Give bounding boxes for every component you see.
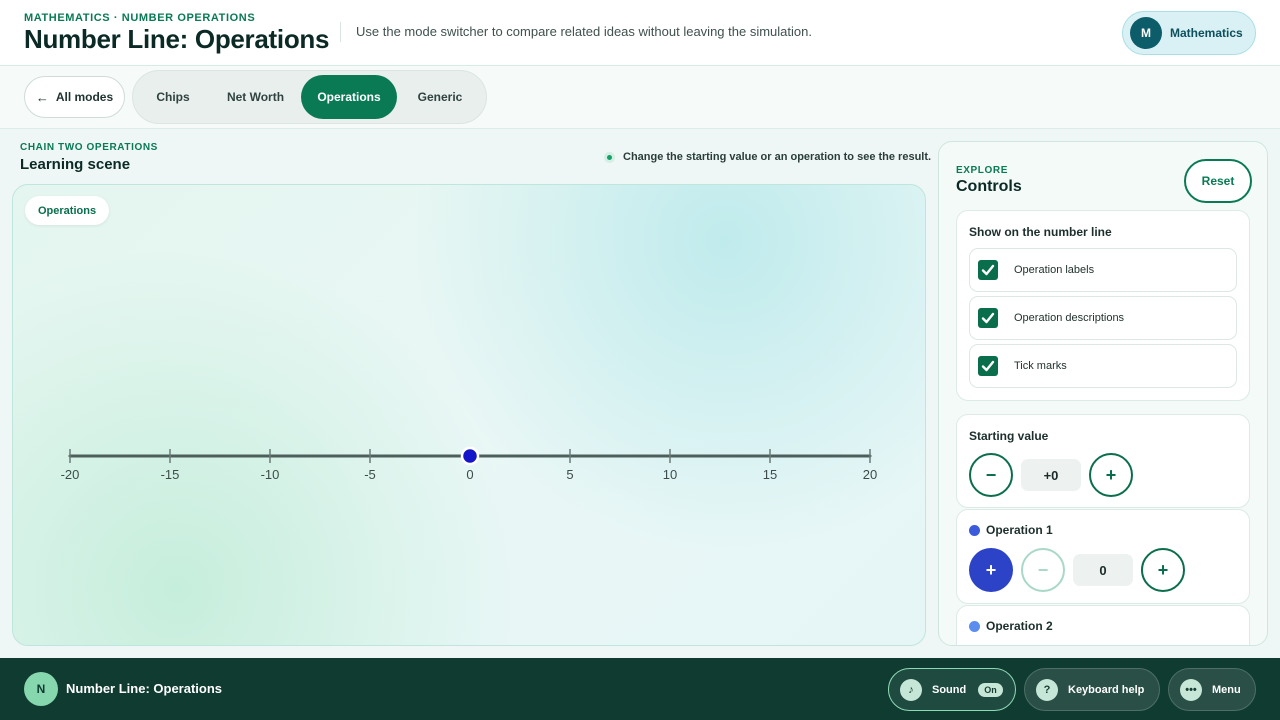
scene-title: Learning scene (20, 156, 131, 173)
tick-label: 10 (663, 467, 677, 482)
option-operation-labels[interactable]: Operation labels (969, 248, 1237, 292)
mode-switcher: Chips Net Worth Operations Generic (132, 70, 487, 124)
tick-label: -15 (161, 467, 180, 482)
tick-label: 15 (763, 467, 777, 482)
more-dots-icon: ••• (1180, 678, 1202, 701)
tab-net-worth[interactable]: Net Worth (210, 75, 301, 119)
operation-2-header: Operation 2 (969, 619, 1053, 633)
operation-1-subtract-button[interactable]: − (1021, 548, 1065, 592)
operation-2-color-dot (969, 620, 980, 632)
all-modes-button[interactable]: ← All modes (24, 76, 125, 118)
help-icon: ? (1036, 678, 1058, 701)
operation-1-value-display: 0 (1073, 554, 1133, 586)
subject-label: Mathematics (1170, 26, 1243, 40)
scene-eyebrow: CHAIN TWO OPERATIONS (20, 142, 158, 153)
tick-label: -10 (261, 467, 280, 482)
header-divider (340, 22, 341, 42)
status-dot-icon (604, 151, 615, 163)
menu-label: Menu (1212, 683, 1241, 696)
tick-label: -20 (61, 467, 80, 482)
music-note-icon: ♪ (900, 678, 922, 701)
arrow-left-icon: ← (35, 89, 49, 105)
option-label: Tick marks (1014, 360, 1067, 372)
checkbox-checked-icon[interactable] (978, 308, 998, 328)
all-modes-label: All modes (55, 90, 114, 104)
scene-hint: Change the starting value or an operatio… (604, 151, 931, 163)
tab-generic[interactable]: Generic (397, 75, 483, 119)
checkbox-checked-icon[interactable] (978, 260, 998, 280)
tick-label: 0 (466, 467, 473, 482)
page-title: Number Line: Operations (24, 24, 330, 54)
operation-1-title: Operation 1 (986, 523, 1053, 537)
option-tick-marks[interactable]: Tick marks (969, 344, 1237, 388)
operation-1-group: Operation 1 + − 0 + (956, 509, 1250, 604)
app-footer: N Number Line: Operations ♪ Sound On ? K… (0, 658, 1280, 720)
sound-label: Sound (932, 683, 967, 696)
controls-panel: EXPLORE Controls Reset Show on the numbe… (938, 141, 1268, 646)
starting-value-title: Starting value (969, 429, 1049, 443)
tick-label: 5 (566, 467, 573, 482)
subject-avatar: M (1130, 17, 1162, 49)
tick-label: -5 (364, 467, 376, 482)
app-header: MATHEMATICS · NUMBER OPERATIONS Number L… (0, 0, 1280, 66)
app-name: Number Line: Operations (66, 681, 223, 696)
tick-label: 20 (863, 467, 877, 482)
app-avatar: N (24, 672, 58, 706)
reset-button[interactable]: Reset (1184, 159, 1252, 203)
operation-1-increase-button[interactable]: + (1141, 548, 1185, 592)
operation-1-add-button[interactable]: + (969, 548, 1013, 592)
operation-1-header: Operation 1 (969, 523, 1053, 537)
option-label: Operation labels (1014, 264, 1095, 276)
option-operation-descriptions[interactable]: Operation descriptions (969, 296, 1237, 340)
value-marker[interactable] (460, 446, 480, 466)
keyboard-help-button[interactable]: ? Keyboard help (1024, 668, 1160, 711)
tab-operations[interactable]: Operations (301, 75, 397, 119)
starting-value-display: +0 (1021, 459, 1081, 491)
page-eyebrow: MATHEMATICS · NUMBER OPERATIONS (24, 12, 256, 24)
operation-1-color-dot (969, 524, 980, 536)
decrease-start-button[interactable]: − (969, 453, 1013, 497)
hint-text: Change the starting value or an operatio… (623, 151, 932, 163)
menu-button[interactable]: ••• Menu (1168, 668, 1256, 711)
starting-value-group: Starting value − +0 + (956, 414, 1250, 508)
checkbox-checked-icon[interactable] (978, 356, 998, 376)
option-label: Operation descriptions (1014, 312, 1125, 324)
operation-2-title: Operation 2 (986, 619, 1053, 633)
sound-toggle-button[interactable]: ♪ Sound On (888, 668, 1016, 711)
mode-bar: ← All modes Chips Net Worth Operations G… (0, 66, 1280, 129)
sound-state-badge: On (978, 682, 1003, 697)
controls-title: Controls (956, 178, 1022, 195)
operation-2-group: Operation 2 (956, 605, 1250, 645)
tab-chips[interactable]: Chips (136, 75, 210, 119)
page-description: Use the mode switcher to compare related… (356, 24, 812, 39)
subject-button[interactable]: M Mathematics (1122, 11, 1256, 55)
show-options-title: Show on the number line (969, 225, 1112, 239)
learning-scene: Operations -20 -15 -10 -5 0 5 10 15 20 (12, 184, 926, 646)
keyboard-help-label: Keyboard help (1068, 683, 1145, 696)
increase-start-button[interactable]: + (1089, 453, 1133, 497)
show-options-group: Show on the number line Operation labels… (956, 210, 1250, 401)
controls-eyebrow: EXPLORE (956, 165, 1008, 176)
number-line: -20 -15 -10 -5 0 5 10 15 20 (61, 446, 877, 482)
